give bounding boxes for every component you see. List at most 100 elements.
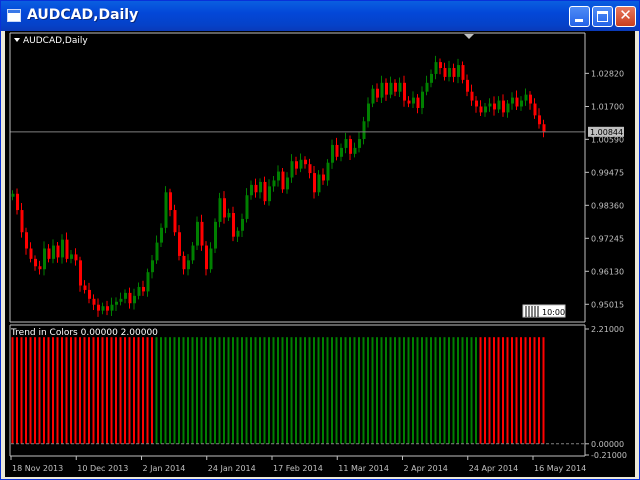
price-tick-label: 1.01700 [591,102,624,111]
candle-body [412,97,415,104]
candle-body [511,97,514,104]
candle-body [470,91,474,101]
candle-body [227,213,231,218]
candle-body [205,245,208,270]
candle-body [173,210,177,233]
candle-body [443,68,447,77]
candle-body [61,239,64,258]
current-price-label: 1.00844 [590,128,623,137]
candle-body [475,100,478,107]
price-tick-label: 0.97245 [591,234,624,243]
candle-body [362,121,366,140]
candle-body [191,245,195,261]
maximize-button[interactable] [592,6,613,27]
candle-body [34,258,37,267]
candle-body [268,186,271,202]
chart-window: AUDCAD,Daily ✕ AUDCAD,Daily 1.02820 1.01… [0,0,640,480]
candle-body [524,94,528,101]
candle-body [92,298,96,305]
candle-body [245,195,249,219]
candle-body [263,181,267,202]
candle-body [335,144,339,157]
candle-body [254,184,258,193]
candle-body [358,139,361,148]
chart-canvas[interactable]: AUDCAD,Daily 1.028201.017001.005900.9947… [5,31,635,477]
candle-body [322,174,325,181]
candle-body [74,254,78,261]
candle-body [542,124,546,132]
candle-body [515,97,519,107]
candle-body [344,139,348,148]
candle-body [439,62,442,69]
price-tick-label: 0.98360 [591,201,624,210]
candle-body [295,161,298,169]
close-button[interactable]: ✕ [615,6,636,27]
candle-body [259,181,262,193]
candle-body [142,286,145,292]
candle-body [16,193,19,211]
chart-area[interactable]: AUDCAD,Daily 1.02820 1.01700 1.00590 0.9947… [5,31,635,477]
candle-body [115,301,118,305]
candle-body [106,306,109,311]
candle-body [493,103,496,110]
candle-body [340,147,343,157]
candle-body [241,218,244,231]
minimize-icon [575,19,583,22]
candle-body [416,97,420,108]
candle-body [313,173,316,193]
title-bar[interactable]: AUDCAD,Daily ✕ [1,1,639,31]
candle-body [236,230,240,237]
candle-body [124,292,127,299]
time-tick-label: 2 Jan 2014 [143,464,186,473]
window-title: AUDCAD,Daily [27,7,139,23]
candle-body [380,82,384,98]
candle-body [484,106,487,113]
time-tick-label: 10 Dec 2013 [77,464,128,473]
candle-body [182,255,186,270]
candle-body [529,94,532,104]
chart-window-icon[interactable] [7,9,21,22]
candle-body [164,192,168,228]
indicator-label: Trend in Colors 0.00000 2.00000 [10,328,158,338]
clock-label: 10:00 [542,308,565,317]
indicator-tick-label: 0.00000 [591,440,624,449]
candle-body [223,198,226,218]
candle-body [250,184,253,196]
indicator-tick-label: -0.21000 [591,451,627,460]
candle-body [304,159,307,165]
time-marker: 10:00 [522,304,566,318]
candle-body [169,192,172,211]
candle-body [11,193,15,197]
indicator-tick-label: 2.21000 [591,325,624,334]
time-tick-label: 24 Apr 2014 [469,464,518,473]
candle-body [398,82,402,92]
candle-body [497,100,501,110]
chart-background [5,31,635,477]
candle-body [371,88,375,104]
candle-body [349,139,352,154]
minimize-button[interactable] [569,6,590,27]
time-tick-label: 16 May 2014 [534,464,586,473]
candle-body [56,245,60,258]
candle-body [430,73,433,83]
candle-body [434,62,438,74]
candle-body [101,306,105,311]
candle-body [331,144,334,163]
candle-body [277,171,280,181]
time-tick-label: 2 Apr 2014 [404,464,448,473]
candle-body [520,100,523,107]
candle-body [317,174,321,193]
candle-body [425,82,429,92]
candle-body [25,232,28,249]
candle-body [389,82,393,95]
candle-body [119,298,123,302]
candle-body [407,100,411,104]
candle-body [110,304,114,311]
candle-body [326,162,330,181]
candle-body [281,171,285,190]
candle-body [97,304,100,311]
maximize-icon [597,11,608,22]
price-tick-label: 1.02820 [591,69,624,78]
candle-body [448,68,451,77]
symbol-label: AUDCAD,Daily [23,36,88,46]
